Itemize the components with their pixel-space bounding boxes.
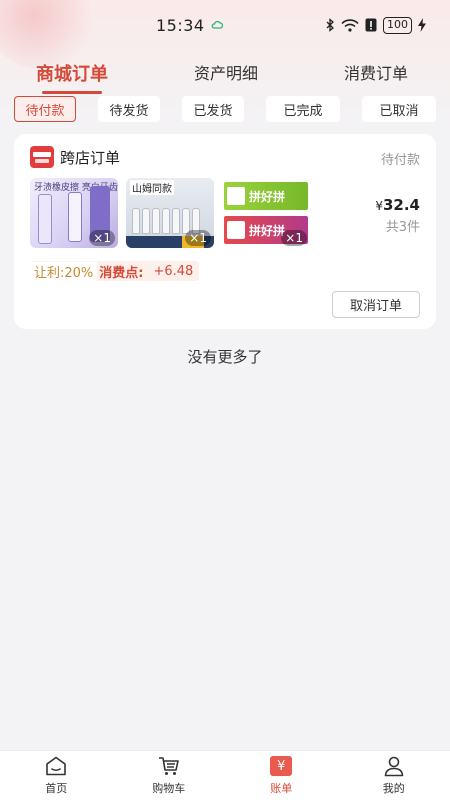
- home-icon: [44, 755, 68, 777]
- tab-asset-details[interactable]: 资产明细: [194, 56, 258, 92]
- profit-info: 让利:20% 消费点: +6.48: [30, 261, 200, 281]
- wifi-icon: [341, 18, 359, 32]
- filter-pending-shipment[interactable]: 待发货: [98, 96, 160, 122]
- product-caption: 山姆同款: [130, 180, 174, 195]
- status-time: 15:34: [156, 15, 205, 35]
- status-right: 100: [326, 16, 426, 34]
- points-label: 消费点:: [99, 265, 144, 281]
- nav-label: 账单: [270, 782, 293, 795]
- currency-symbol: ¥: [375, 199, 383, 213]
- cloud-icon: [211, 20, 223, 29]
- order-filter-row: 待付款 待发货 已发货 已完成 已取消: [14, 96, 436, 122]
- main-tabs: 商城订单 资产明细 消费订单: [0, 56, 450, 94]
- order-status: 待付款: [380, 153, 420, 168]
- no-more-text: 没有更多了: [187, 348, 263, 366]
- tab-label: 商城订单: [36, 64, 108, 85]
- filter-pending-payment[interactable]: 待付款: [14, 96, 76, 122]
- cancel-order-button[interactable]: 取消订单: [332, 291, 420, 318]
- product-thumbnail-toothpaste[interactable]: 牙渍橡皮擦 亮白牙齿 ×1: [30, 178, 118, 248]
- order-price: ¥32.4: [375, 196, 420, 214]
- active-tab-indicator: [42, 91, 102, 94]
- product-caption: 拼好拼: [249, 223, 286, 238]
- price-value: 32.4: [382, 196, 420, 214]
- nav-label: 我的: [382, 782, 405, 795]
- nav-label: 首页: [45, 782, 68, 795]
- status-bar: 15:34 100: [0, 0, 450, 50]
- tab-mall-orders[interactable]: 商城订单: [36, 56, 108, 94]
- charging-icon: [418, 18, 426, 32]
- bluetooth-icon: [326, 18, 334, 32]
- nav-label: 购物车: [152, 782, 186, 795]
- tab-label: 资产明细: [193, 64, 258, 83]
- product-thumbnail-cups[interactable]: 山姆同款 ×1: [126, 178, 214, 248]
- user-icon: [382, 755, 406, 777]
- order-card[interactable]: 跨店订单 待付款 牙渍橡皮擦 亮白牙齿 ×1 山姆同款 ×1 拼好拼 拼好拼 ×…: [14, 134, 436, 329]
- status-left: 15:34: [156, 16, 223, 35]
- item-quantity: ×1: [281, 230, 307, 246]
- brand-tag: 拼好拼: [224, 182, 308, 210]
- cart-icon: [157, 755, 181, 777]
- product-thumbnail-pinhaopin[interactable]: 拼好拼 拼好拼 ×1: [222, 178, 310, 248]
- battery-indicator: 100: [383, 16, 412, 34]
- shop-logo: [30, 146, 54, 168]
- bill-glyph: ¥: [270, 756, 293, 776]
- product-caption: 拼好拼: [249, 189, 286, 204]
- item-quantity: ×1: [185, 230, 211, 246]
- filter-shipped[interactable]: 已发货: [182, 96, 244, 122]
- bill-icon: ¥: [269, 755, 293, 777]
- nav-home[interactable]: 首页: [16, 751, 96, 800]
- shop-name: 跨店订单: [60, 149, 121, 167]
- filter-cancelled[interactable]: 已取消: [362, 96, 436, 122]
- tab-consumption-orders[interactable]: 消费订单: [344, 56, 408, 92]
- item-quantity: ×1: [89, 230, 115, 246]
- nav-me[interactable]: 我的: [354, 751, 434, 800]
- bottom-nav: 首页 购物车 ¥ 账单 我的: [0, 750, 450, 800]
- item-count: 共3件: [385, 220, 420, 235]
- profit-rate: 让利:20%: [30, 261, 98, 281]
- points-value: +6.48: [153, 263, 194, 279]
- filter-completed[interactable]: 已完成: [266, 96, 340, 122]
- tab-label: 消费订单: [343, 64, 408, 83]
- nav-cart[interactable]: 购物车: [129, 751, 209, 800]
- alert-icon: [365, 18, 377, 32]
- nav-bill[interactable]: ¥ 账单: [241, 751, 321, 800]
